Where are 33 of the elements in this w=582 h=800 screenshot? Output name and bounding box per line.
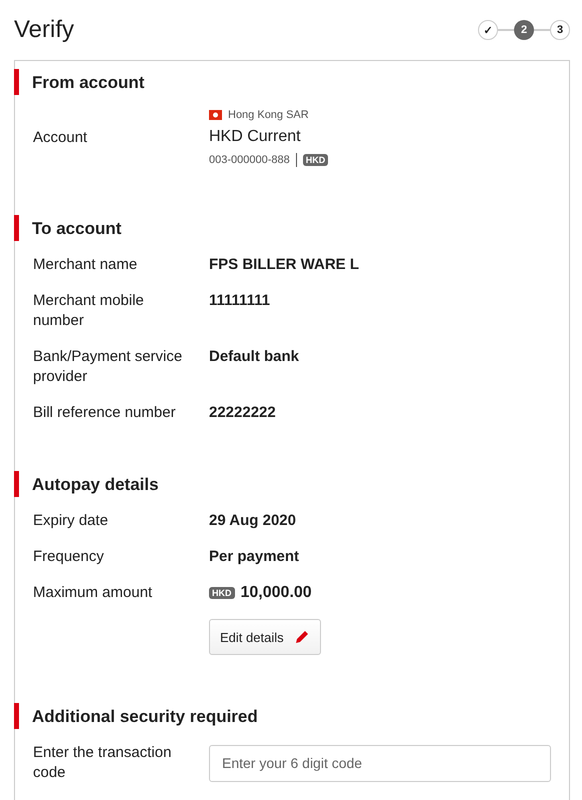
region-label: Hong Kong SAR xyxy=(228,109,309,121)
field-value: 22222222 xyxy=(209,403,277,423)
field-label: Bill reference number xyxy=(33,403,177,423)
code-input-field[interactable]: Enter your 6 digit code xyxy=(209,744,551,782)
account-name: HKD Current xyxy=(209,127,302,147)
step-indicator: 3 xyxy=(550,20,570,40)
field-value: FPS BILLER WARE L xyxy=(209,255,360,275)
field-label: Enter the transaction code xyxy=(33,743,172,783)
field-label: Expiry date xyxy=(33,511,110,531)
field-label: Account xyxy=(33,128,88,148)
section-title: To account xyxy=(14,215,569,241)
field-label: Merchant mobile number xyxy=(33,291,145,331)
section-title: From account xyxy=(14,69,569,95)
currency-tag: HKD xyxy=(209,587,234,599)
amount-value: 10,000.00 xyxy=(240,583,312,603)
field-value: Default bank xyxy=(209,347,300,367)
currency-tag: HKD xyxy=(302,154,328,166)
field-label: Merchant name xyxy=(33,255,138,275)
field-label: Bank/Payment service provider xyxy=(33,347,184,387)
step-indicator: ✓ xyxy=(478,20,498,40)
account-number: 003-000000-888 xyxy=(209,154,290,166)
section-title: Additional security required xyxy=(14,703,569,729)
section-title: Autopay details xyxy=(14,471,569,497)
flag-icon xyxy=(209,110,222,120)
edit-details-button[interactable]: Edit details xyxy=(209,619,321,655)
field-label: Frequency xyxy=(33,547,105,567)
pencil-icon xyxy=(294,629,310,645)
field-value: 29 Aug 2020 xyxy=(209,511,297,531)
page-title: Verify xyxy=(14,16,74,44)
field-value: 11111111 xyxy=(209,291,271,311)
step-indicator: 2 xyxy=(514,20,534,40)
field-label: Maximum amount xyxy=(33,583,154,603)
field-value: Per payment xyxy=(209,547,300,567)
